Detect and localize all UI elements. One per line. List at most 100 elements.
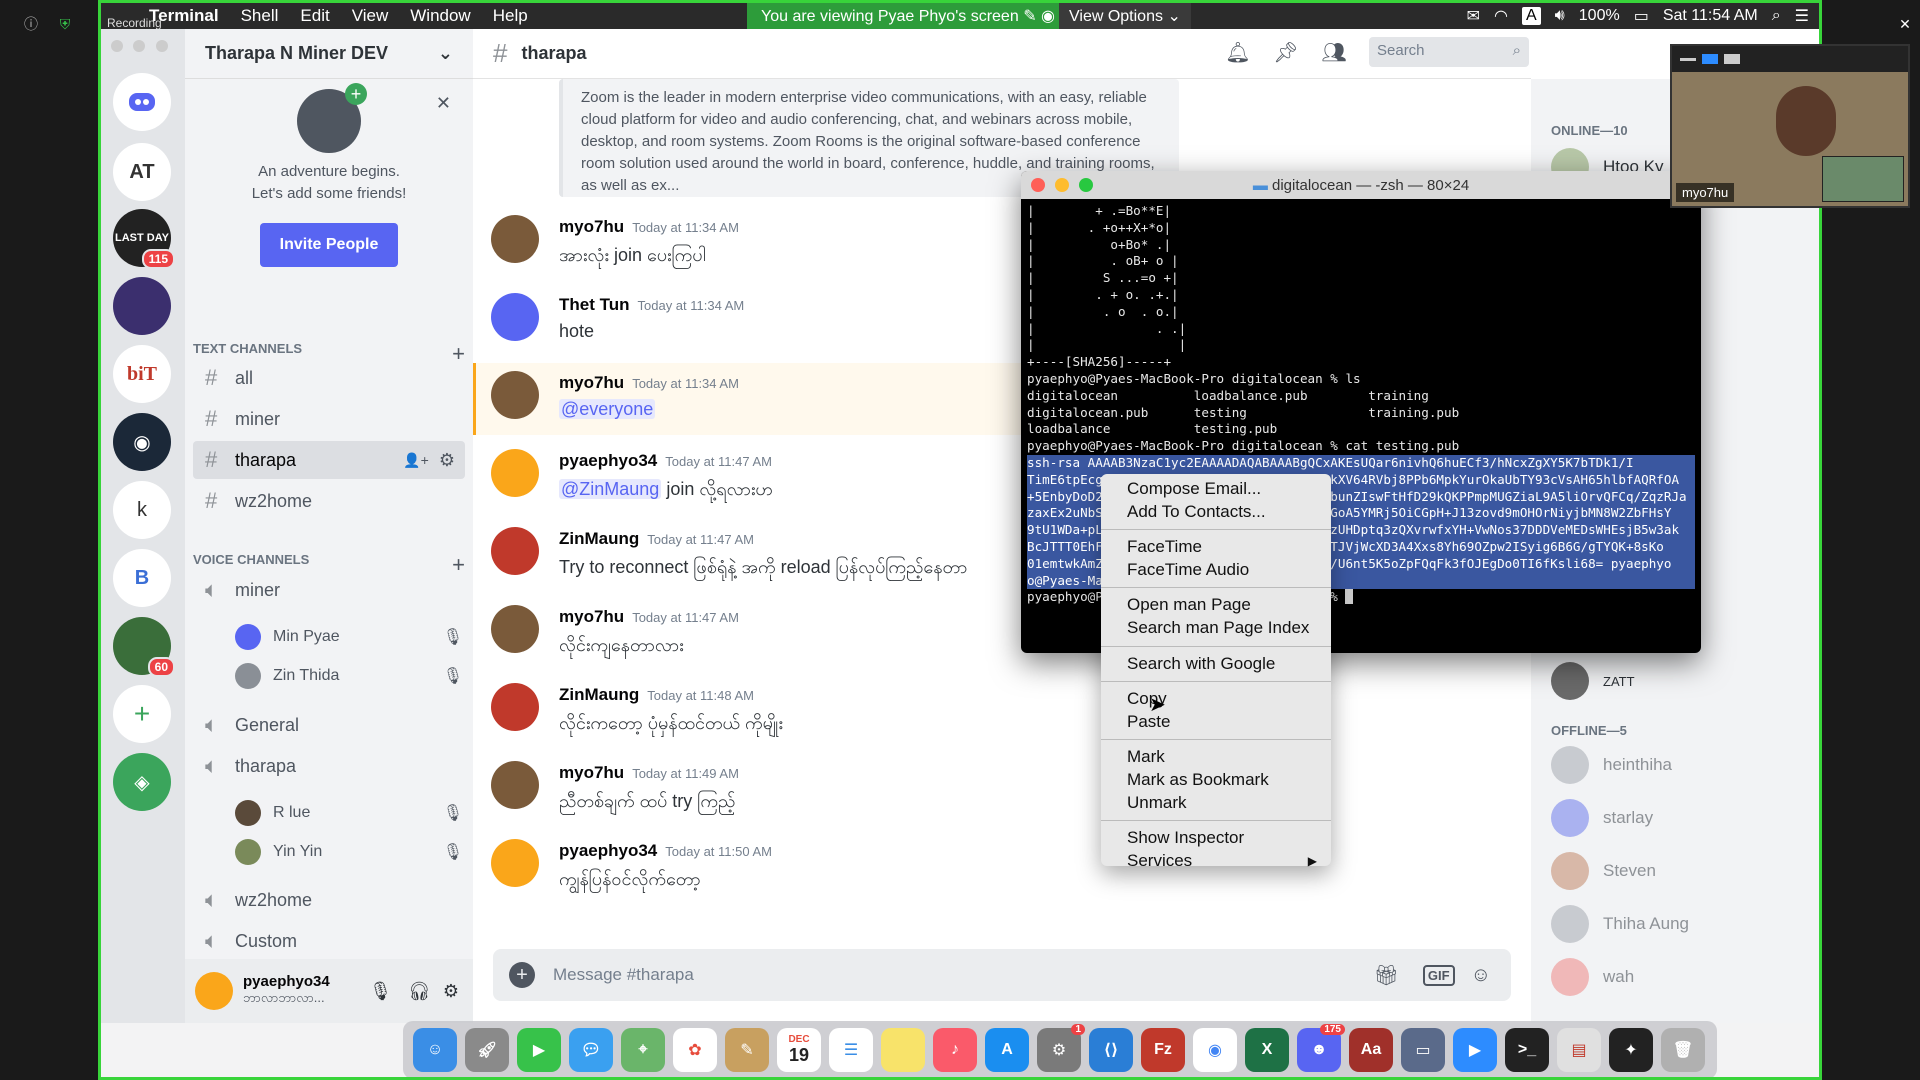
menu-item-add-to-contacts[interactable]: Add To Contacts... [1101,501,1331,524]
server-galaxy[interactable] [113,277,171,335]
input-source-icon[interactable]: A [1522,7,1541,25]
message-author[interactable]: pyaephyo34 [559,841,657,860]
switch-view-icon[interactable] [1702,54,1718,64]
mail-icon[interactable]: ✉ [1467,6,1480,26]
message-input[interactable]: Message #tharapa [553,965,1362,985]
scanner-icon[interactable]: ▤ [1557,1028,1601,1072]
headphones-icon[interactable]: 🎧︎ [408,981,431,1002]
wifi-icon[interactable]: ◠ [1494,6,1508,26]
server-at[interactable]: AT [113,143,171,201]
view-options-button[interactable]: View Options ⌄ [1059,3,1191,29]
zoom-icon[interactable]: ▶ [1453,1028,1497,1072]
calendar-icon[interactable]: DEC 19 [777,1028,821,1072]
photos-icon[interactable]: ✿ [673,1028,717,1072]
voice-channel-tharapa[interactable]: 🔈︎ tharapa [193,747,465,785]
member-item[interactable]: starlay [1551,796,1811,840]
upload-plus-icon[interactable]: + [509,962,535,988]
message-author[interactable]: Thet Tun [559,295,630,314]
fullscreen-video-icon[interactable] [1724,54,1740,64]
channel-wz2home[interactable]: # wz2home [193,482,465,520]
menu-view[interactable]: View [341,6,400,26]
battery-icon[interactable]: ▭ [1634,6,1649,26]
avatar[interactable] [491,527,539,575]
minimize-video-icon[interactable] [1680,57,1696,61]
server-b[interactable]: B [113,549,171,607]
close-icon[interactable]: ✕ [436,93,451,114]
voice-user[interactable]: Min Pyae 🎙︎ [235,621,463,653]
message-author[interactable]: ZinMaung [559,685,639,704]
menu-item-search-man-page-index[interactable]: Search man Page Index [1101,617,1331,640]
menu-edit[interactable]: Edit [289,6,340,26]
mention-everyone[interactable]: @everyone [559,399,656,419]
trash-icon[interactable]: 🗑︎ [1661,1028,1705,1072]
mention-user[interactable]: @ZinMaung [559,479,662,499]
bell-icon[interactable]: 🔔︎ [1225,39,1251,65]
menu-help[interactable]: Help [482,6,539,26]
excel-icon[interactable]: X [1245,1028,1289,1072]
stickies-icon[interactable] [881,1028,925,1072]
finder-icon[interactable]: ☺ [413,1028,457,1072]
volume-icon[interactable]: 🔊︎ [1555,7,1565,25]
message-author[interactable]: ZinMaung [559,529,639,548]
menu-shell[interactable]: Shell [230,6,290,26]
menu-item-unmark[interactable]: Unmark [1101,792,1331,815]
voice-channel-wz2home[interactable]: 🔈︎ wz2home [193,881,465,919]
terminal-titlebar[interactable]: ▬ digitalocean — -zsh — 80×24 [1021,171,1701,199]
avatar[interactable] [491,605,539,653]
discord-home-icon[interactable] [113,73,171,131]
preview-icon[interactable]: ▭ [1401,1028,1445,1072]
menu-item-mark-as-bookmark[interactable]: Mark as Bookmark [1101,769,1331,792]
launchpad-icon[interactable]: 🚀︎ [465,1028,509,1072]
filezilla-icon[interactable]: Fz [1141,1028,1185,1072]
zoom-dot[interactable] [155,40,168,52]
channel-tharapa[interactable]: # tharapa 👤+ ⚙ [193,441,465,479]
invite-member-icon[interactable]: 👤+ [403,452,429,469]
gif-icon[interactable]: GIF [1422,964,1455,986]
search-input[interactable]: Search ⌕ [1369,37,1529,67]
message-author[interactable]: pyaephyo34 [559,451,657,470]
gear-icon[interactable]: ⚙ [439,450,455,471]
server-k[interactable]: k [113,481,171,539]
menu-item-services[interactable]: Services ▶ [1101,850,1331,873]
discord-icon[interactable]: ☻ 175 [1297,1024,1345,1072]
messages-icon[interactable]: 💬︎ [569,1028,613,1072]
explore-servers-icon[interactable]: ◈ [113,753,171,811]
music-icon[interactable]: ♪ [933,1028,977,1072]
terminal-icon[interactable]: >_ [1505,1028,1549,1072]
menu-item-search-with-google[interactable]: Search with Google [1101,653,1331,676]
system-preferences-icon[interactable]: ⚙ 1 [1037,1024,1085,1072]
gift-icon[interactable]: 🎁︎ [1374,963,1399,988]
shield-icon[interactable]: ⛨ [56,15,74,33]
minimize-dot[interactable] [133,40,146,52]
app-store-icon[interactable]: A [985,1028,1029,1072]
chrome-icon[interactable]: ◉ [1193,1028,1237,1072]
avatar[interactable] [491,449,539,497]
avatar[interactable] [491,683,539,731]
notes-icon[interactable]: ✎ [725,1028,769,1072]
menu-item-compose-email[interactable]: Compose Email... [1101,478,1331,501]
voice-user[interactable]: Yin Yin 🎙︎ [235,836,463,868]
menu-item-facetime-audio[interactable]: FaceTime Audio [1101,559,1331,582]
inkscape-icon[interactable]: ✦ [1609,1028,1653,1072]
menu-item-facetime[interactable]: FaceTime [1101,536,1331,559]
server-last-day[interactable]: LAST DAY 115 [113,209,175,269]
pencil-icon[interactable]: ✎ [1023,8,1036,25]
exit-fullscreen-icon[interactable]: ✕ [1896,15,1914,33]
channel-miner[interactable]: # miner [193,400,465,438]
voice-channel-custom[interactable]: 🔈︎ Custom [193,922,465,960]
invite-people-button[interactable]: Invite People [259,223,399,267]
voice-channel-miner[interactable]: 🔈︎ miner [193,571,465,609]
reminders-icon[interactable]: ☰ [829,1028,873,1072]
avatar[interactable] [491,761,539,809]
member-item[interactable]: wah [1551,955,1811,999]
self-view[interactable] [1822,156,1904,202]
vscode-icon[interactable]: ⟨⟩ [1089,1028,1133,1072]
server-bit[interactable]: biT [113,345,171,403]
server-game[interactable]: 60 [113,617,175,677]
channel-all[interactable]: # all [193,359,465,397]
pin-icon[interactable]: 📌︎ [1273,39,1299,65]
message-author[interactable]: myo7hu [559,763,624,782]
maps-icon[interactable]: ⌖ [621,1028,665,1072]
avatar[interactable] [491,371,539,419]
member-item[interactable]: ZATT [1551,659,1811,703]
